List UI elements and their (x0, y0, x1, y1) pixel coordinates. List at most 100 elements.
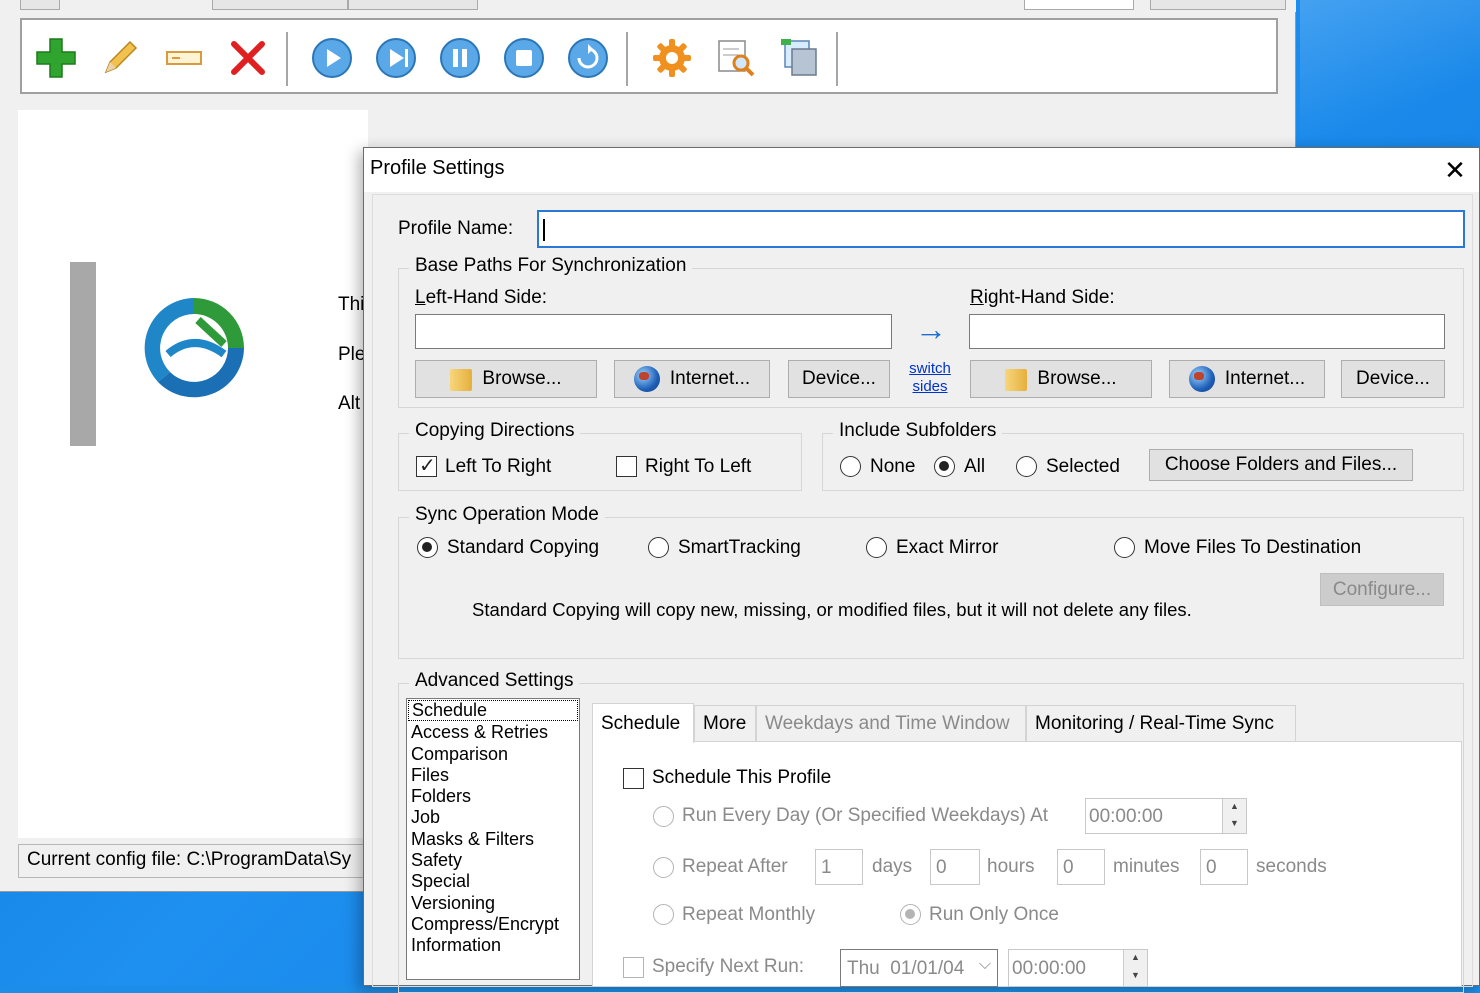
repeat-monthly-label: Repeat Monthly (682, 904, 816, 925)
run-every-day-time-input[interactable]: 00:00:00 ▲ ▼ (1085, 798, 1247, 834)
next-run-date-value: Thu 01/01/04 (847, 958, 965, 979)
tab-weekdays-label: Weekdays and Time Window (765, 712, 1010, 734)
rename-icon[interactable] (162, 36, 206, 80)
repeat-seconds-input[interactable]: 0 (1200, 849, 1248, 885)
run-every-day-radio[interactable] (653, 806, 674, 827)
close-icon[interactable]: ✕ (1437, 152, 1473, 188)
category-item-job[interactable]: Job (407, 807, 579, 828)
configure-button[interactable]: Configure... (1320, 573, 1444, 606)
delete-icon[interactable] (226, 36, 270, 80)
run-only-once-radio[interactable] (900, 904, 921, 925)
category-item-versioning[interactable]: Versioning (407, 893, 579, 914)
add-icon[interactable] (34, 36, 78, 80)
right-path-input[interactable] (969, 314, 1445, 349)
exact-mirror-radio[interactable] (866, 537, 887, 558)
spin-up-icon[interactable]: ▲ (1124, 950, 1147, 968)
subfolders-selected-radio[interactable] (1016, 456, 1037, 477)
repeat-after-radio[interactable] (653, 857, 674, 878)
left-path-input[interactable] (415, 314, 892, 349)
app-logo-icon (142, 296, 246, 400)
profile-name-input[interactable] (537, 210, 1465, 248)
window-tab[interactable] (20, 0, 60, 10)
tab-more[interactable]: More (694, 705, 756, 741)
left-to-right-checkbox[interactable] (416, 453, 437, 478)
standard-copying-radio[interactable] (417, 537, 438, 558)
splitter-bar[interactable] (70, 262, 96, 446)
pause-icon[interactable] (438, 36, 482, 80)
right-to-left-checkbox[interactable] (616, 456, 637, 477)
choose-folders-button[interactable]: Choose Folders and Files... (1149, 449, 1413, 481)
window-button[interactable] (1150, 0, 1286, 10)
tab-schedule[interactable]: Schedule (592, 703, 694, 743)
spin-up-icon[interactable]: ▲ (1223, 799, 1246, 816)
dialog-title: Profile Settings (370, 157, 505, 179)
category-item-safety[interactable]: Safety (407, 850, 579, 871)
smarttracking-label: SmartTracking (678, 537, 801, 558)
category-item-folders[interactable]: Folders (407, 786, 579, 807)
main-toolbar (20, 18, 1278, 94)
repeat-monthly-radio[interactable] (653, 904, 674, 925)
run-attended-icon[interactable] (374, 36, 418, 80)
welcome-text-line: Thi (338, 294, 365, 315)
toolbar-separator (626, 32, 628, 86)
left-device-button[interactable]: Device... (788, 360, 890, 398)
dialog-title-bar[interactable]: Profile Settings ✕ (364, 148, 1479, 192)
window-tab[interactable] (212, 0, 348, 10)
tab-weekdays-time-window[interactable]: Weekdays and Time Window (756, 705, 1026, 741)
configure-label: Configure... (1332, 578, 1432, 600)
time-spinner[interactable]: ▲ ▼ (1123, 950, 1147, 986)
window-tab[interactable] (348, 0, 478, 10)
tab-monitoring-real-time[interactable]: Monitoring / Real-Time Sync (1026, 705, 1296, 741)
folder-icon (450, 367, 473, 391)
restore-icon[interactable] (566, 36, 610, 80)
category-item-comparison[interactable]: Comparison (407, 744, 579, 765)
smarttracking-radio[interactable] (648, 537, 669, 558)
left-browse-button[interactable]: Browse... (415, 360, 597, 398)
right-device-button[interactable]: Device... (1341, 360, 1445, 398)
repeat-minutes-value: 0 (1063, 857, 1074, 878)
move-files-label: Move Files To Destination (1144, 537, 1362, 558)
advanced-category-list[interactable]: Schedule Access & Retries Comparison Fil… (406, 698, 580, 980)
chevron-down-icon[interactable]: ⌵ (979, 956, 991, 974)
schedule-profile-checkbox[interactable] (623, 768, 644, 789)
left-internet-button[interactable]: Internet... (614, 360, 770, 398)
category-item-special[interactable]: Special (407, 871, 579, 892)
time-spinner[interactable]: ▲ ▼ (1222, 799, 1246, 833)
category-item-files[interactable]: Files (407, 765, 579, 786)
run-icon[interactable] (310, 36, 354, 80)
left-label-mnemonic: L (415, 287, 426, 308)
subfolders-none-radio[interactable] (840, 456, 861, 477)
run-only-once-label: Run Only Once (929, 904, 1059, 925)
subfolders-none-label: None (870, 456, 916, 477)
category-item-information[interactable]: Information (407, 935, 579, 956)
repeat-hours-value: 0 (936, 857, 947, 878)
main-window-tab-strip (0, 0, 1296, 12)
repeat-days-input[interactable]: 1 (815, 849, 863, 885)
specify-next-run-checkbox[interactable] (623, 957, 644, 978)
move-files-radio[interactable] (1114, 537, 1135, 558)
repeat-hours-input[interactable]: 0 (930, 849, 980, 885)
category-item-schedule[interactable]: Schedule (408, 700, 578, 722)
next-run-date-picker[interactable]: Thu 01/01/04 ⌵ (840, 949, 998, 987)
spin-down-icon[interactable]: ▼ (1124, 968, 1147, 986)
subfolders-all-radio[interactable] (934, 456, 955, 477)
edit-icon[interactable] (98, 36, 142, 80)
right-browse-button[interactable]: Browse... (970, 360, 1152, 398)
category-item-access-retries[interactable]: Access & Retries (407, 722, 579, 743)
window-field[interactable] (1024, 0, 1134, 10)
folder-icon (1005, 367, 1028, 391)
category-item-compress-encrypt[interactable]: Compress/Encrypt (407, 914, 579, 935)
stop-icon[interactable] (502, 36, 546, 80)
right-hand-side-label: Right-Hand Side: (970, 287, 1115, 309)
category-item-masks-filters[interactable]: Masks & Filters (407, 829, 579, 850)
right-internet-button[interactable]: Internet... (1169, 360, 1325, 398)
analyze-icon[interactable] (714, 36, 758, 80)
copy-profile-icon[interactable] (778, 36, 822, 80)
switch-sides-link[interactable]: switch sides (904, 360, 956, 396)
left-browse-label: Browse... (482, 368, 562, 389)
next-run-time-input[interactable]: 00:00:00 ▲ ▼ (1008, 949, 1148, 987)
settings-icon[interactable] (650, 36, 694, 80)
spin-down-icon[interactable]: ▼ (1223, 816, 1246, 833)
sync-mode-title: Sync Operation Mode (409, 504, 605, 526)
repeat-minutes-input[interactable]: 0 (1057, 849, 1105, 885)
